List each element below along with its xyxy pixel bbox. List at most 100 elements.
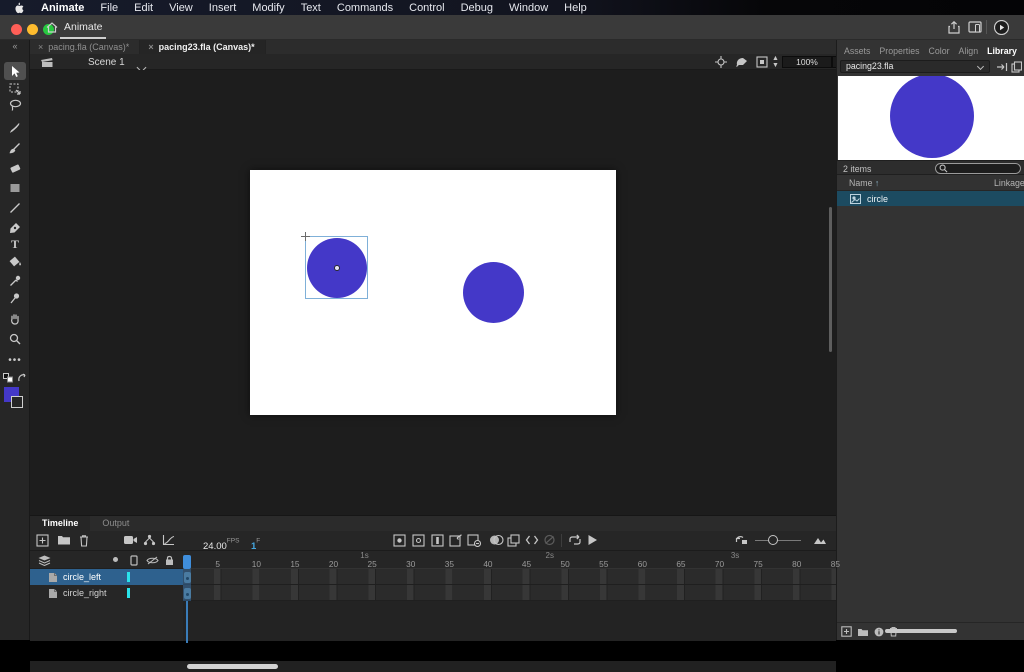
remove-frame-icon[interactable] (467, 534, 481, 547)
column-linkage-label[interactable]: Linkage (994, 178, 1024, 188)
outline-view-icon[interactable] (130, 555, 138, 566)
apple-icon[interactable] (14, 2, 25, 14)
loop-playback-icon[interactable] (568, 534, 582, 546)
default-colors-icon[interactable] (3, 373, 14, 383)
stroke-color-swatch[interactable] (11, 396, 23, 408)
rotate-canvas-icon[interactable] (735, 56, 749, 68)
onion-skin-outlines-icon[interactable] (525, 534, 539, 546)
tab-assets[interactable]: Assets (844, 46, 870, 56)
fluid-brush-tool[interactable] (4, 119, 26, 137)
menu-debug[interactable]: Debug (461, 2, 493, 14)
collapse-panel-icon[interactable]: « (0, 41, 30, 51)
swap-colors-icon[interactable] (17, 373, 27, 383)
menu-modify[interactable]: Modify (252, 2, 284, 14)
menu-commands[interactable]: Commands (337, 2, 393, 14)
new-library-panel-icon[interactable] (1011, 61, 1022, 73)
timeline-zoom-slider-track[interactable] (755, 540, 801, 541)
home-icon[interactable] (46, 22, 58, 33)
new-layer-icon[interactable] (36, 534, 49, 547)
hide-all-layers-icon[interactable] (146, 556, 159, 565)
clip-content-icon[interactable] (756, 56, 768, 68)
edit-multiple-frames-icon[interactable] (507, 534, 520, 547)
line-tool[interactable] (4, 199, 26, 217)
menu-animate[interactable]: Animate (41, 2, 84, 14)
insert-blank-keyframe-icon[interactable] (412, 534, 425, 547)
lock-all-layers-icon[interactable] (165, 555, 174, 566)
layers-stack-icon[interactable] (38, 555, 51, 566)
menu-window[interactable]: Window (509, 2, 548, 14)
hand-tool[interactable] (4, 310, 26, 328)
library-document-select[interactable]: pacing23.fla (840, 60, 990, 73)
layer-row-circle_left[interactable]: circle_left (30, 569, 183, 585)
lasso-tool[interactable] (4, 96, 26, 114)
rectangle-tool[interactable] (4, 179, 26, 197)
zoom-stepper[interactable]: ▲▼ (772, 55, 779, 69)
library-search-input[interactable] (935, 163, 1021, 174)
insert-keyframe-icon[interactable] (393, 534, 406, 547)
menu-help[interactable]: Help (564, 2, 587, 14)
onion-skin-range-icon[interactable] (543, 534, 556, 546)
center-stage-icon[interactable] (715, 56, 727, 68)
reset-timeline-zoom-icon[interactable] (735, 534, 748, 546)
auto-keyframe-icon[interactable] (449, 534, 463, 547)
ease-graph-icon[interactable] (162, 534, 175, 546)
menu-edit[interactable]: Edit (134, 2, 153, 14)
text-tool[interactable]: T (4, 235, 26, 253)
selection-tool[interactable] (4, 62, 26, 80)
zoom-tool[interactable] (4, 330, 26, 348)
delete-layer-icon[interactable] (79, 534, 89, 547)
more-tools-button[interactable]: ••• (4, 351, 26, 369)
timeline-horizontal-scrollbar[interactable] (187, 664, 278, 669)
menu-control[interactable]: Control (409, 2, 444, 14)
document-tab[interactable]: ×pacing.fla (Canvas)* (30, 40, 140, 54)
share-icon[interactable] (948, 21, 960, 34)
highlight-all-layers-icon[interactable] (113, 557, 118, 562)
play-button[interactable] (587, 534, 598, 546)
tab-output[interactable]: Output (90, 516, 141, 531)
menu-text[interactable]: Text (301, 2, 321, 14)
insert-frame-icon[interactable] (431, 534, 444, 547)
frame-ruler[interactable]: 5101520253035404550556065707580851s2s3s (183, 551, 836, 569)
tab-timeline[interactable]: Timeline (30, 516, 90, 531)
timeline-zoom-in-icon[interactable] (813, 534, 829, 545)
menu-insert[interactable]: Insert (209, 2, 237, 14)
camera-icon[interactable] (123, 534, 138, 545)
scene-name-label[interactable]: Scene 1 (88, 57, 125, 68)
pasteboard[interactable] (30, 70, 836, 515)
close-tab-icon[interactable]: × (148, 42, 153, 52)
zoom-level-input[interactable]: 100% (782, 56, 832, 68)
asset-warp-tool[interactable] (4, 289, 26, 307)
transformation-point-icon[interactable] (334, 265, 340, 271)
menu-view[interactable]: View (169, 2, 193, 14)
circle-right-shape[interactable] (463, 262, 524, 323)
layer-row-circle_right[interactable]: circle_right (30, 585, 183, 601)
layer-color-indicator[interactable] (127, 588, 130, 598)
frame-area[interactable]: 5101520253035404550556065707580851s2s3s (183, 551, 836, 641)
document-tab[interactable]: ×pacing23.fla (Canvas)* (140, 40, 265, 54)
column-name-label[interactable]: Name ↑ (849, 178, 879, 188)
stage-vertical-scrollbar[interactable] (829, 207, 832, 352)
new-folder-icon[interactable] (857, 627, 869, 637)
frame-grid[interactable] (183, 569, 836, 601)
new-symbol-icon[interactable] (841, 626, 852, 637)
minimize-window-button[interactable] (27, 24, 38, 35)
new-folder-layer-icon[interactable] (57, 534, 71, 546)
timeline-zoom-slider-handle[interactable] (768, 535, 778, 545)
tab-library[interactable]: Library (987, 46, 1017, 56)
tab-align[interactable]: Align (959, 46, 979, 56)
close-window-button[interactable] (11, 24, 22, 35)
tab-properties[interactable]: Properties (879, 46, 919, 56)
layer-color-indicator[interactable] (127, 572, 130, 582)
onion-skin-icon[interactable] (489, 534, 504, 546)
eyedropper-tool[interactable] (4, 272, 26, 290)
menu-file[interactable]: File (100, 2, 118, 14)
layer-parenting-icon[interactable] (143, 534, 156, 546)
library-item-row[interactable]: circle (837, 191, 1024, 206)
library-horizontal-scrollbar[interactable] (885, 629, 957, 633)
classic-brush-tool[interactable] (4, 139, 26, 157)
device-preview-icon[interactable] (968, 21, 982, 33)
playhead[interactable] (183, 555, 191, 569)
item-properties-icon[interactable] (874, 627, 884, 637)
stage-canvas[interactable] (250, 170, 616, 415)
tab-color[interactable]: Color (929, 46, 950, 56)
